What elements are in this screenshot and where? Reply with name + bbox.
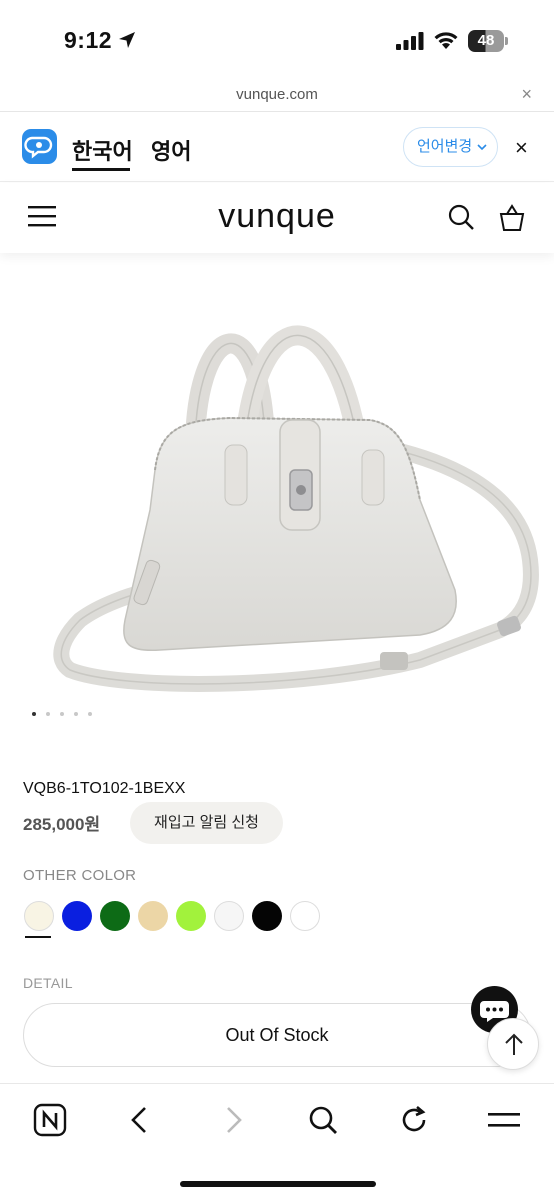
- back-arrow-icon[interactable]: [123, 1102, 159, 1138]
- status-bar: 9:12 48: [0, 0, 554, 80]
- url-text[interactable]: vunque.com: [0, 86, 554, 103]
- home-indicator: [180, 1181, 376, 1187]
- other-color-label: OTHER COLOR: [23, 867, 137, 884]
- change-language-button[interactable]: 언어변경: [403, 127, 498, 167]
- naver-home-icon[interactable]: [32, 1102, 68, 1138]
- color-swatch[interactable]: [290, 901, 320, 931]
- product-price: 285,000원: [23, 815, 101, 834]
- product-image[interactable]: [0, 260, 554, 705]
- selected-swatch-underline: [25, 936, 51, 938]
- color-swatch[interactable]: [176, 901, 206, 931]
- battery-icon: 48: [468, 30, 508, 52]
- detail-label[interactable]: DETAIL: [23, 975, 73, 989]
- translator-logo-icon: [22, 129, 57, 164]
- search-icon[interactable]: [448, 204, 476, 232]
- arrow-up-icon: [505, 1033, 523, 1055]
- chevron-down-icon: [477, 144, 487, 151]
- status-time: 9:12: [64, 27, 113, 53]
- close-url-icon[interactable]: ×: [521, 84, 532, 105]
- site-header: vunque: [0, 183, 554, 253]
- tab-korean[interactable]: 한국어: [72, 134, 133, 166]
- carousel-dot[interactable]: [88, 712, 92, 716]
- product-code: VQB6-1TO102-1BEXX: [23, 780, 186, 797]
- forward-arrow-icon[interactable]: [214, 1102, 250, 1138]
- restock-notify-button[interactable]: 재입고 알림 신청: [130, 802, 283, 844]
- out-of-stock-button[interactable]: Out Of Stock: [23, 1003, 531, 1067]
- close-translate-icon[interactable]: ×: [515, 135, 528, 161]
- carousel-dot[interactable]: [74, 712, 78, 716]
- menu-icon[interactable]: [486, 1102, 522, 1138]
- carousel-dot[interactable]: [46, 712, 50, 716]
- color-swatch[interactable]: [100, 901, 130, 931]
- wifi-icon: [434, 32, 458, 49]
- color-swatch[interactable]: [138, 901, 168, 931]
- change-language-label: 언어변경: [417, 138, 473, 155]
- carousel-dot[interactable]: [60, 712, 64, 716]
- scroll-to-top-button[interactable]: [487, 1018, 539, 1070]
- search-icon[interactable]: [305, 1102, 341, 1138]
- color-swatch[interactable]: [24, 901, 54, 931]
- battery-level: 48: [477, 32, 495, 49]
- tab-english[interactable]: 영어: [151, 134, 191, 166]
- color-swatch[interactable]: [252, 901, 282, 931]
- image-carousel-dots[interactable]: [32, 712, 92, 716]
- color-swatch[interactable]: [62, 901, 92, 931]
- carousel-dot[interactable]: [32, 712, 36, 716]
- color-swatch[interactable]: [214, 901, 244, 931]
- shopping-bag-icon[interactable]: [497, 203, 527, 233]
- tab-korean-underline: [72, 168, 130, 171]
- translate-bar: 한국어 영어 언어변경 ×: [0, 112, 554, 182]
- cellular-signal-icon: [396, 32, 424, 50]
- address-bar[interactable]: vunque.com ×: [0, 80, 554, 112]
- location-arrow-icon: [119, 32, 135, 48]
- refresh-icon[interactable]: [396, 1102, 432, 1138]
